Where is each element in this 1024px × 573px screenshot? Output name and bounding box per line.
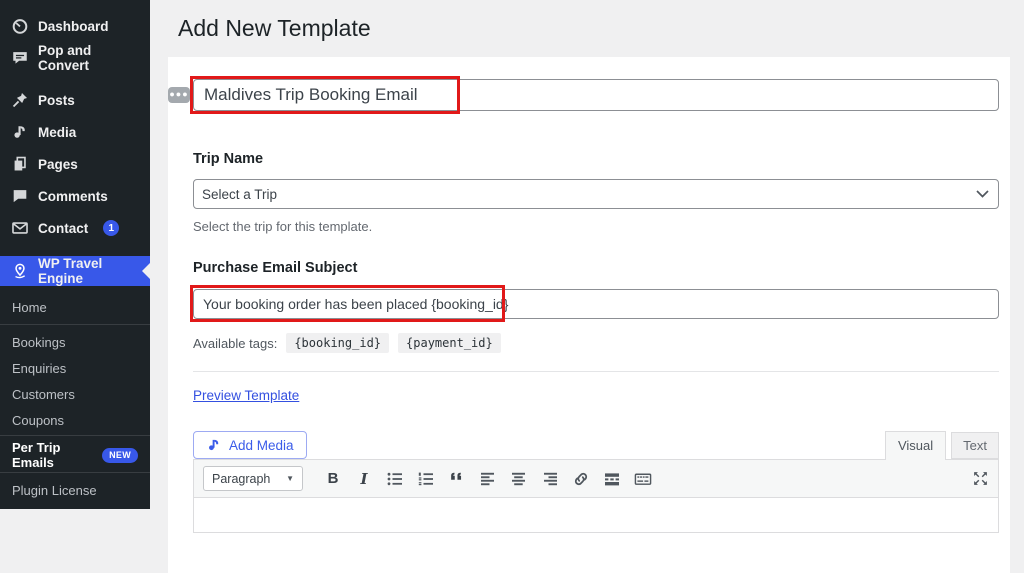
- sidebar-item-dashboard[interactable]: Dashboard: [0, 10, 150, 42]
- email-subject-input[interactable]: [193, 289, 999, 319]
- menu-separator: [0, 244, 150, 256]
- dashboard-icon: [11, 17, 29, 35]
- tag-chip-booking-id: {booking_id}: [286, 333, 389, 353]
- wp-travel-engine-submenu: Home Bookings Enquiries Customers Coupon…: [0, 286, 150, 503]
- sidebar-item-media[interactable]: Media: [0, 116, 150, 148]
- editor-toolbar: Paragraph ▼ B I: [194, 460, 998, 498]
- submenu-item-customers[interactable]: Customers: [0, 381, 150, 407]
- add-media-button[interactable]: Add Media: [193, 431, 307, 459]
- new-badge: NEW: [102, 448, 138, 463]
- submenu-item-coupons[interactable]: Coupons: [0, 407, 150, 433]
- editor-text-area[interactable]: [194, 498, 998, 532]
- template-title-row: ●●●: [193, 79, 999, 111]
- read-more-tag-icon[interactable]: [603, 470, 621, 488]
- toolbar-toggle-icon[interactable]: [634, 470, 652, 488]
- caret-down-icon: ▼: [286, 474, 294, 483]
- comment-icon: [11, 187, 29, 205]
- bullet-list-icon[interactable]: [386, 470, 404, 488]
- drag-handle-icon[interactable]: ●●●: [168, 87, 190, 103]
- menu-separator: [0, 74, 150, 84]
- paragraph-format-dropdown[interactable]: Paragraph ▼: [203, 466, 303, 491]
- main-content: Add New Template ●●● Trip Name Select a …: [150, 0, 1024, 509]
- email-subject-label: Purchase Email Subject: [193, 260, 999, 276]
- current-menu-arrow: [142, 263, 150, 279]
- align-center-icon[interactable]: [510, 470, 528, 488]
- trip-name-label: Trip Name: [193, 151, 999, 167]
- template-form-card: ●●● Trip Name Select a Trip Select the t…: [168, 57, 1010, 573]
- chat-bubble-icon: [11, 49, 29, 67]
- sidebar-item-pages[interactable]: Pages: [0, 148, 150, 180]
- submenu-item-enquiries[interactable]: Enquiries: [0, 355, 150, 381]
- italic-button[interactable]: I: [355, 470, 373, 488]
- numbered-list-icon[interactable]: [417, 470, 435, 488]
- blockquote-icon[interactable]: [448, 470, 466, 488]
- trip-select[interactable]: Select a Trip: [193, 179, 999, 209]
- media-icon: [206, 437, 222, 453]
- align-left-icon[interactable]: [479, 470, 497, 488]
- tag-chip-payment-id: {payment_id}: [398, 333, 501, 353]
- submenu-separator: [0, 435, 150, 436]
- email-body-editor: Add Media Visual Text Paragraph ▼ B I: [193, 431, 999, 533]
- sidebar-item-posts[interactable]: Posts: [0, 84, 150, 116]
- sidebar-item-pop-and-convert[interactable]: Pop and Convert: [0, 42, 150, 74]
- submenu-separator: [0, 472, 150, 473]
- contact-count-badge: 1: [103, 220, 119, 236]
- admin-sidebar: Dashboard Pop and Convert Posts M: [0, 0, 150, 509]
- trip-select-help-text: Select the trip for this template.: [193, 219, 999, 234]
- preview-template-link[interactable]: Preview Template: [193, 388, 299, 403]
- media-icon: [11, 123, 29, 141]
- sidebar-item-wp-travel-engine[interactable]: WP Travel Engine: [0, 256, 150, 286]
- submenu-separator: [0, 324, 150, 325]
- page-title: Add New Template: [178, 14, 1024, 43]
- envelope-icon: [11, 219, 29, 237]
- bold-button[interactable]: B: [324, 470, 342, 488]
- submenu-item-plugin-license[interactable]: Plugin License: [0, 477, 150, 503]
- section-divider: [193, 371, 999, 372]
- travel-pin-icon: [11, 262, 29, 280]
- submenu-item-home[interactable]: Home: [0, 294, 150, 320]
- sidebar-item-contact[interactable]: Contact 1: [0, 212, 150, 244]
- align-right-icon[interactable]: [541, 470, 559, 488]
- submenu-item-per-trip-emails[interactable]: Per Trip Emails NEW: [0, 442, 150, 468]
- tab-visual[interactable]: Visual: [885, 431, 946, 460]
- submenu-item-bookings[interactable]: Bookings: [0, 329, 150, 355]
- pages-icon: [11, 155, 29, 173]
- sidebar-item-comments[interactable]: Comments: [0, 180, 150, 212]
- fullscreen-icon[interactable]: [971, 470, 989, 488]
- insert-link-icon[interactable]: [572, 470, 590, 488]
- available-tags-label: Available tags:: [193, 336, 277, 351]
- template-title-input[interactable]: [193, 79, 999, 111]
- tab-text[interactable]: Text: [951, 432, 999, 459]
- pushpin-icon: [11, 91, 29, 109]
